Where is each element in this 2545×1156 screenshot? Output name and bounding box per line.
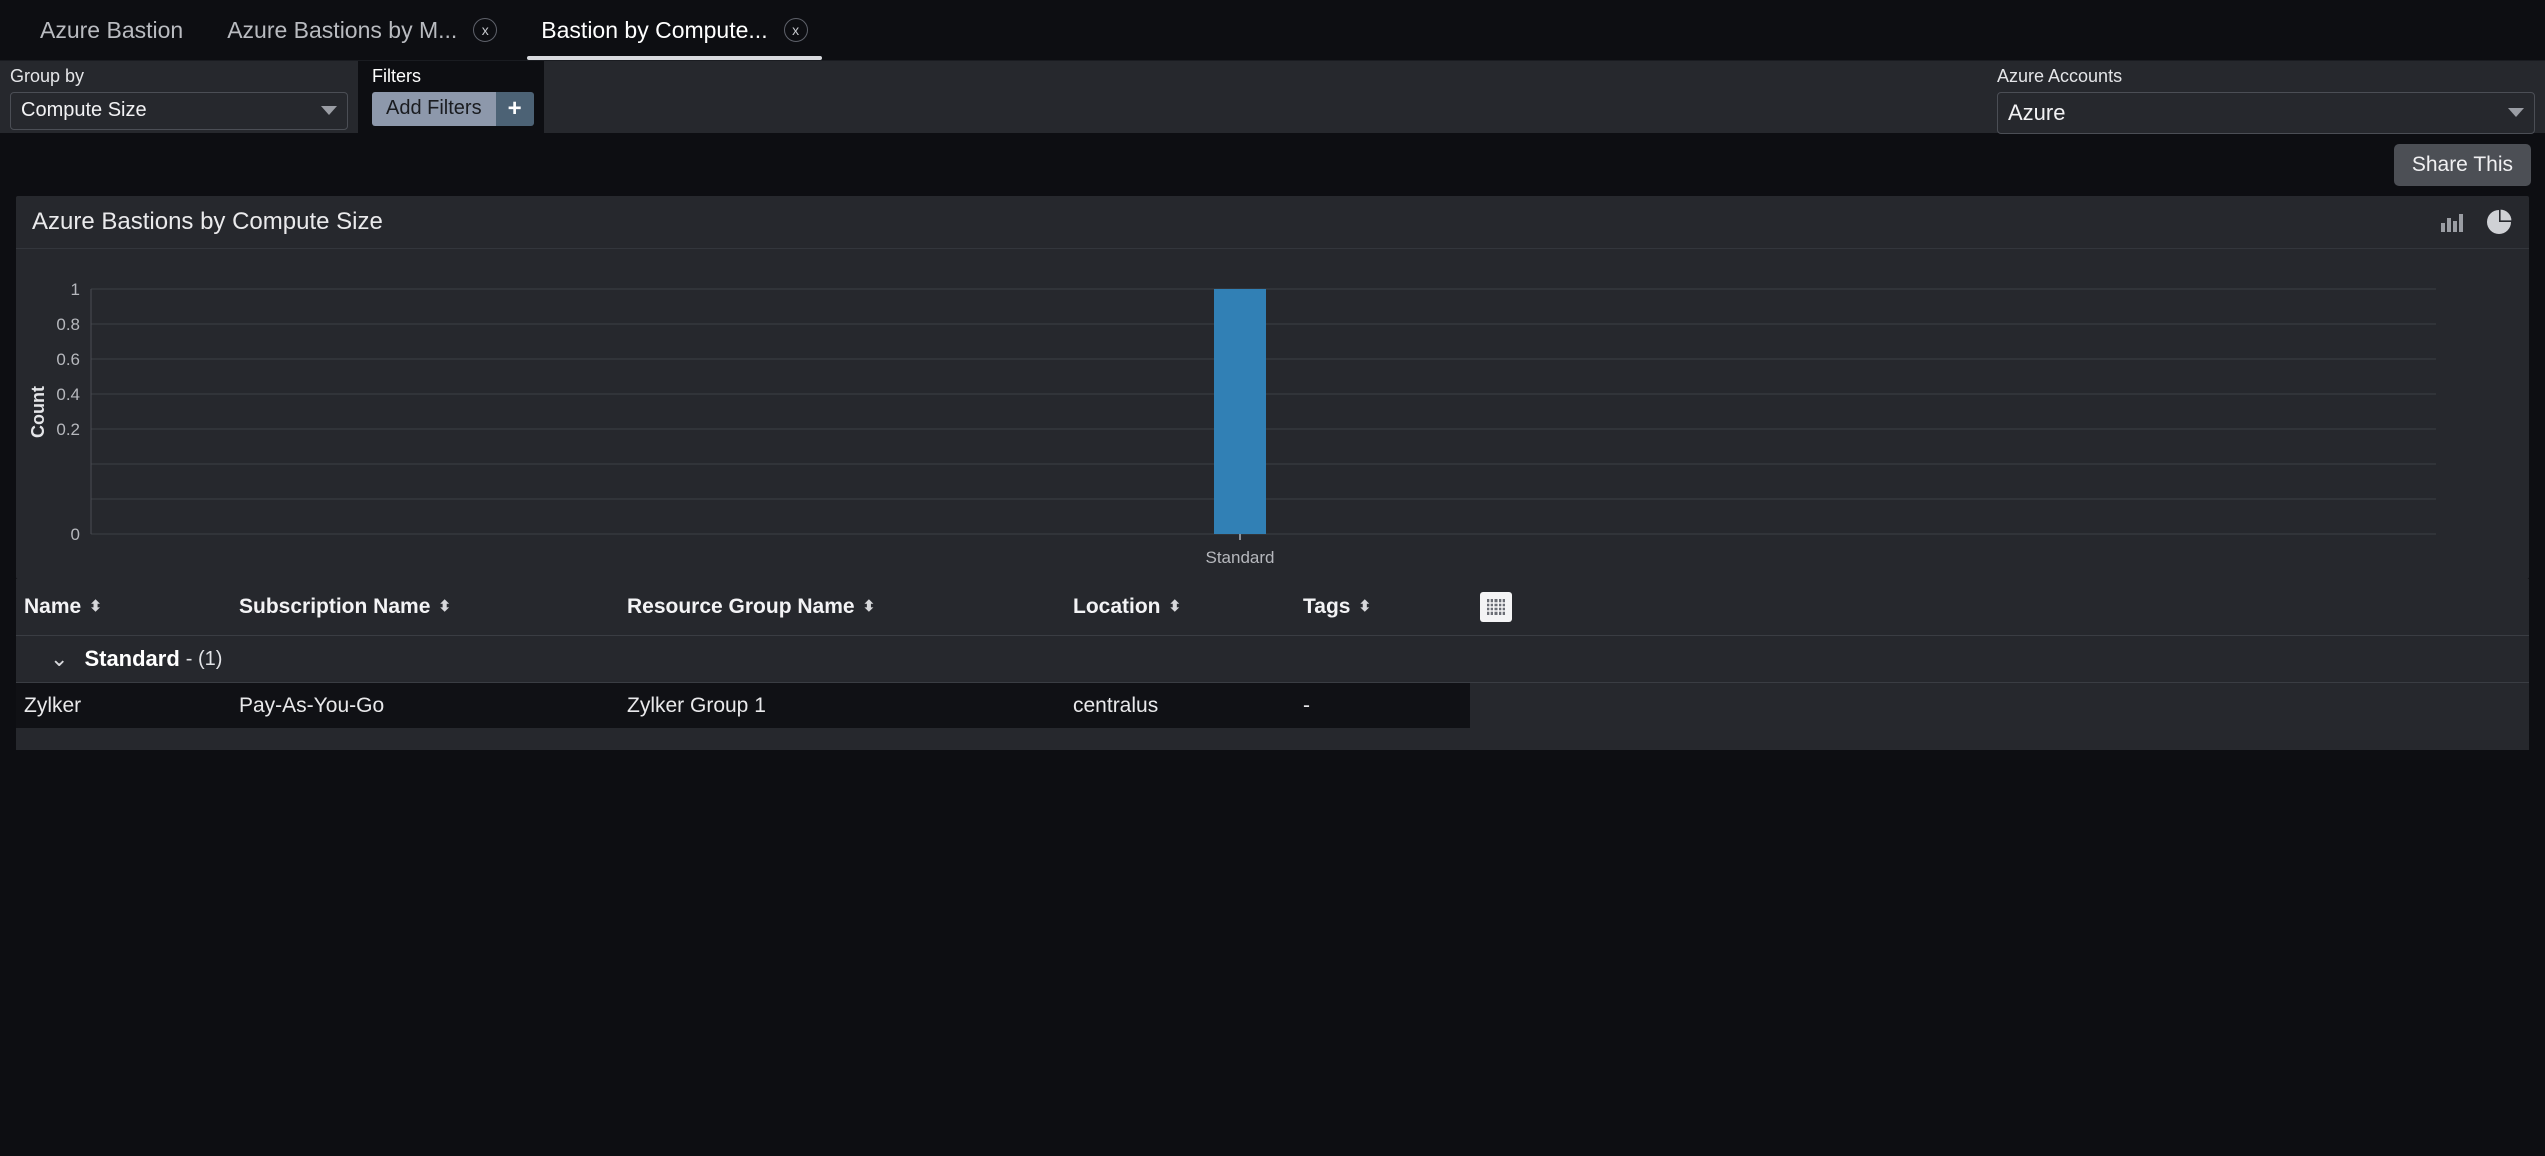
cell-tags: - <box>1295 694 1470 718</box>
cell-subscription: Pay-As-You-Go <box>231 694 619 718</box>
chart-type-toggles <box>2439 208 2513 236</box>
column-picker-icon[interactable] <box>1480 592 1512 622</box>
add-filters-label: Add Filters <box>372 92 496 126</box>
column-label: Name <box>24 595 81 619</box>
bar-standard <box>1214 289 1266 534</box>
tab-label: Azure Bastion <box>40 17 183 44</box>
group-by-control: Group by Compute Size <box>0 61 358 130</box>
table-row[interactable]: Zylker Pay-As-You-Go Zylker Group 1 cent… <box>16 683 2529 728</box>
x-tick-label: Standard <box>1206 548 1275 567</box>
filters-label: Filters <box>372 67 534 87</box>
page-title: Azure Bastions by Compute Size <box>32 208 2439 236</box>
group-by-value: Compute Size <box>21 99 321 122</box>
chart-area: 1 0.8 0.6 0.4 0.2 0 Count Standard <box>16 249 2529 579</box>
add-filters-button[interactable]: Add Filters + <box>372 92 534 126</box>
cell-location: centralus <box>1065 694 1295 718</box>
y-tick-label: 0.4 <box>56 385 80 404</box>
column-label: Subscription Name <box>239 595 430 619</box>
table-header-row: Name ⬍ Subscription Name ⬍ Resource Grou… <box>16 579 2529 636</box>
group-by-label: Group by <box>10 67 348 87</box>
bar-chart-icon[interactable] <box>2439 210 2465 234</box>
row-tail-spacer <box>1470 683 2529 728</box>
control-bar: Group by Compute Size Filters Add Filter… <box>0 61 2545 133</box>
y-tick-label: 0.2 <box>56 420 80 439</box>
table-group-row[interactable]: ⌄ Standard - (1) <box>16 636 2529 683</box>
chevron-down-icon <box>321 106 337 115</box>
cell-name: Zylker <box>16 694 231 718</box>
sort-icon[interactable]: ⬍ <box>438 601 451 613</box>
y-tick-label: 0 <box>71 525 80 544</box>
sort-icon[interactable]: ⬍ <box>89 601 102 613</box>
tab-bastion-by-compute[interactable]: Bastion by Compute... x <box>519 0 829 60</box>
close-icon[interactable]: x <box>784 18 808 42</box>
y-tick-label: 0.8 <box>56 315 80 334</box>
share-row: Share This <box>0 133 2545 196</box>
cell-resource-group: Zylker Group 1 <box>619 694 1065 718</box>
group-label: Standard <box>84 646 179 672</box>
column-header-name[interactable]: Name ⬍ <box>16 595 231 619</box>
chart-panel: Azure Bastions by Compute Size <box>16 196 2529 579</box>
chevron-down-icon[interactable]: ⌄ <box>50 648 68 670</box>
column-picker-cell <box>1470 592 2529 622</box>
y-tick-label: 0.6 <box>56 350 80 369</box>
y-axis-ticks: 1 0.8 0.6 0.4 0.2 0 <box>56 280 80 544</box>
group-by-select[interactable]: Compute Size <box>10 92 348 130</box>
column-header-subscription-name[interactable]: Subscription Name ⬍ <box>231 595 619 619</box>
azure-accounts-select[interactable]: Azure <box>1997 92 2535 134</box>
bar-chart: 1 0.8 0.6 0.4 0.2 0 Count Standard <box>16 271 2529 579</box>
plus-icon[interactable]: + <box>496 92 534 126</box>
results-table: Name ⬍ Subscription Name ⬍ Resource Grou… <box>16 579 2529 750</box>
tab-azure-bastion[interactable]: Azure Bastion <box>18 0 205 60</box>
sort-icon[interactable]: ⬍ <box>1358 601 1371 613</box>
close-icon[interactable]: x <box>473 18 497 42</box>
sort-icon[interactable]: ⬍ <box>863 601 876 613</box>
column-header-location[interactable]: Location ⬍ <box>1065 595 1295 619</box>
tab-label: Azure Bastions by M... <box>227 17 457 44</box>
tab-azure-bastions-by-m[interactable]: Azure Bastions by M... x <box>205 0 519 60</box>
pie-chart-icon[interactable] <box>2485 208 2513 236</box>
azure-accounts-label: Azure Accounts <box>1997 67 2535 87</box>
group-count: - (1) <box>186 648 223 671</box>
column-label: Location <box>1073 595 1161 619</box>
column-header-resource-group-name[interactable]: Resource Group Name ⬍ <box>619 595 1065 619</box>
azure-accounts-value: Azure <box>2008 100 2508 126</box>
y-tick-label: 1 <box>71 280 80 299</box>
share-this-button[interactable]: Share This <box>2394 144 2531 186</box>
sort-icon[interactable]: ⬍ <box>1169 601 1182 613</box>
table-bottom-spacer <box>16 728 2529 750</box>
column-header-tags[interactable]: Tags ⬍ <box>1295 595 1470 619</box>
y-axis-title: Count <box>28 386 48 438</box>
chart-panel-header: Azure Bastions by Compute Size <box>16 196 2529 249</box>
column-label: Resource Group Name <box>627 595 855 619</box>
filters-control: Filters Add Filters + <box>358 61 544 133</box>
tab-label: Bastion by Compute... <box>541 17 767 44</box>
azure-accounts-control: Azure Accounts Azure <box>1997 61 2535 134</box>
chevron-down-icon <box>2508 108 2524 117</box>
column-label: Tags <box>1303 595 1350 619</box>
tab-bar: Azure Bastion Azure Bastions by M... x B… <box>0 0 2545 61</box>
